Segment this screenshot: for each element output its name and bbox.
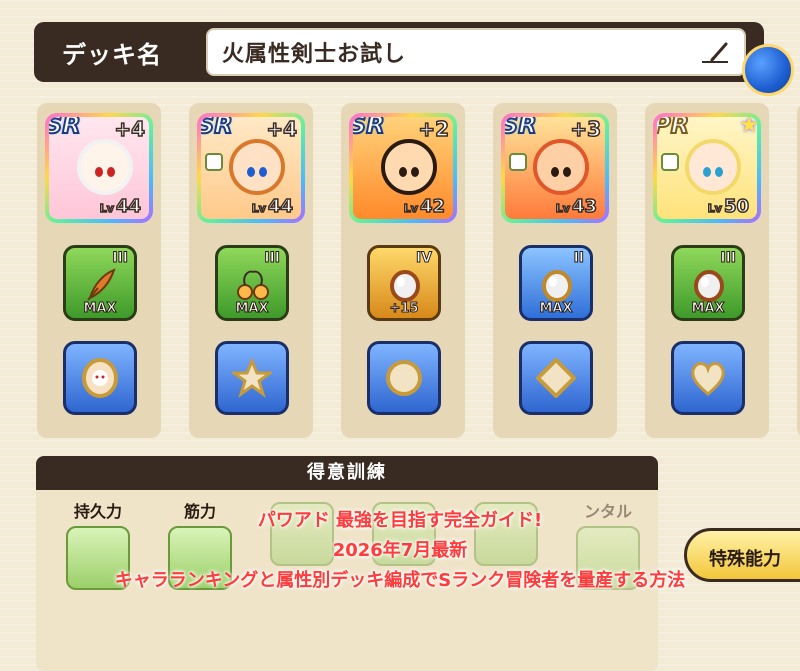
training-panel: 得意訓練 持久力 筋力 ンタル xyxy=(36,456,658,671)
accessory-slot-1[interactable] xyxy=(63,341,137,415)
character-face xyxy=(229,139,285,195)
training-item-stamina: 持久力 xyxy=(60,498,136,628)
equipment-slot-1[interactable]: III MAX xyxy=(63,245,137,321)
training-icon xyxy=(270,502,334,566)
character-portrait: SR +3 Lv43 xyxy=(505,117,605,219)
star-icon: ★ xyxy=(739,117,757,138)
training-item-strength: 筋力 xyxy=(162,498,238,628)
equip-level: MAX xyxy=(691,301,725,317)
level-label: Lv 42 xyxy=(403,195,446,218)
accessory-slot-3[interactable] xyxy=(367,341,441,415)
rarity-badge: PR xyxy=(657,117,690,140)
card-column-3: SR +2 Lv42 IV +15 xyxy=(341,103,465,438)
ladder-icon xyxy=(66,526,130,590)
equip-rank: III xyxy=(264,250,281,267)
training-label: ンタル xyxy=(583,502,632,521)
level-label: Lv 44 xyxy=(99,195,142,218)
equipment-slot-4[interactable]: II MAX xyxy=(519,245,593,321)
training-icon xyxy=(372,502,436,566)
card-column-4: SR +3 Lv43 II MAX xyxy=(493,103,617,438)
bonus-count: +4 xyxy=(114,117,146,142)
equip-level: +15 xyxy=(389,301,419,317)
bonus-count: +3 xyxy=(570,117,602,142)
character-card-5[interactable]: PR ★ Lv50 xyxy=(653,113,761,223)
menu-orb-button[interactable] xyxy=(742,44,794,96)
equip-rank: II xyxy=(573,250,584,267)
training-label: 筋力 xyxy=(183,502,216,521)
card-column-1: SR +4 Lv44 III MAX xyxy=(37,103,161,438)
deck-header: デッキ名 火属性剣士お試し xyxy=(34,22,794,96)
leaf-charm-icon xyxy=(87,268,116,301)
equipment-slot-5[interactable]: III MAX xyxy=(671,245,745,321)
character-card-3[interactable]: SR +2 Lv42 xyxy=(349,113,457,223)
level-label: Lv 43 xyxy=(555,195,598,218)
type-icon xyxy=(205,153,223,171)
equip-level: MAX xyxy=(235,301,269,317)
equip-level: MAX xyxy=(539,301,573,317)
special-ability-button[interactable]: 特殊能力 xyxy=(684,528,800,582)
accessory-slot-4[interactable] xyxy=(519,341,593,415)
deck-name-field[interactable]: 火属性剣士お試し xyxy=(206,28,746,76)
heart-mirror-icon xyxy=(691,362,725,396)
bonus-count: +4 xyxy=(266,117,298,142)
pencil-icon[interactable] xyxy=(700,40,730,66)
equip-rank: IV xyxy=(415,250,432,267)
silver-medallion-icon xyxy=(694,270,724,302)
character-portrait: SR +2 Lv42 xyxy=(353,117,453,219)
character-face xyxy=(77,139,133,195)
level-label: Lv 50 xyxy=(707,195,750,218)
rarity-badge: SR xyxy=(49,117,82,140)
training-item-mental: ンタル xyxy=(570,498,646,628)
dumbbell-icon xyxy=(168,526,232,590)
deck-label: デッキ名 xyxy=(62,40,162,69)
round-mirror-icon xyxy=(386,360,422,396)
character-card-1[interactable]: SR +4 Lv44 xyxy=(45,113,153,223)
training-icon xyxy=(474,502,538,566)
training-item-3 xyxy=(264,498,340,628)
mirror-portrait-icon xyxy=(82,358,118,398)
rarity-badge: SR xyxy=(201,117,234,140)
card-column-2: SR +4 Lv44 III MAX xyxy=(189,103,313,438)
deck-name-text: 火属性剣士お試し xyxy=(222,42,407,67)
training-item-5 xyxy=(468,498,544,628)
character-face xyxy=(685,139,741,195)
character-face xyxy=(381,139,437,195)
character-face xyxy=(533,139,589,195)
character-portrait: SR +4 Lv44 xyxy=(49,117,149,219)
type-icon xyxy=(509,153,527,171)
compass-icon xyxy=(576,526,640,590)
star-mirror-icon xyxy=(232,358,272,398)
rarity-badge: SR xyxy=(353,117,386,140)
equip-rank: III xyxy=(112,250,129,267)
character-portrait: SR +4 Lv44 xyxy=(201,117,301,219)
silver-medallion-icon xyxy=(390,270,420,302)
earrings-icon xyxy=(237,270,269,300)
bonus-count: +2 xyxy=(418,117,450,142)
card-column-5: PR ★ Lv50 III MAX xyxy=(645,103,769,438)
equip-rank: III xyxy=(720,250,737,267)
equip-level: MAX xyxy=(83,301,117,317)
training-title: 得意訓練 xyxy=(36,456,658,490)
character-card-4[interactable]: SR +3 Lv43 xyxy=(501,113,609,223)
level-label: Lv 44 xyxy=(251,195,294,218)
accessory-slot-2[interactable] xyxy=(215,341,289,415)
accessory-slot-5[interactable] xyxy=(671,341,745,415)
gold-medallion-icon xyxy=(542,270,572,302)
diamond-mirror-icon xyxy=(536,358,576,398)
equipment-slot-2[interactable]: III MAX xyxy=(215,245,289,321)
training-label: 持久力 xyxy=(73,502,122,521)
type-icon xyxy=(661,153,679,171)
rarity-badge: SR xyxy=(505,117,538,140)
training-item-4 xyxy=(366,498,442,628)
character-card-2[interactable]: SR +4 Lv44 xyxy=(197,113,305,223)
character-portrait: PR ★ Lv50 xyxy=(657,117,757,219)
equipment-slot-3[interactable]: IV +15 xyxy=(367,245,441,321)
